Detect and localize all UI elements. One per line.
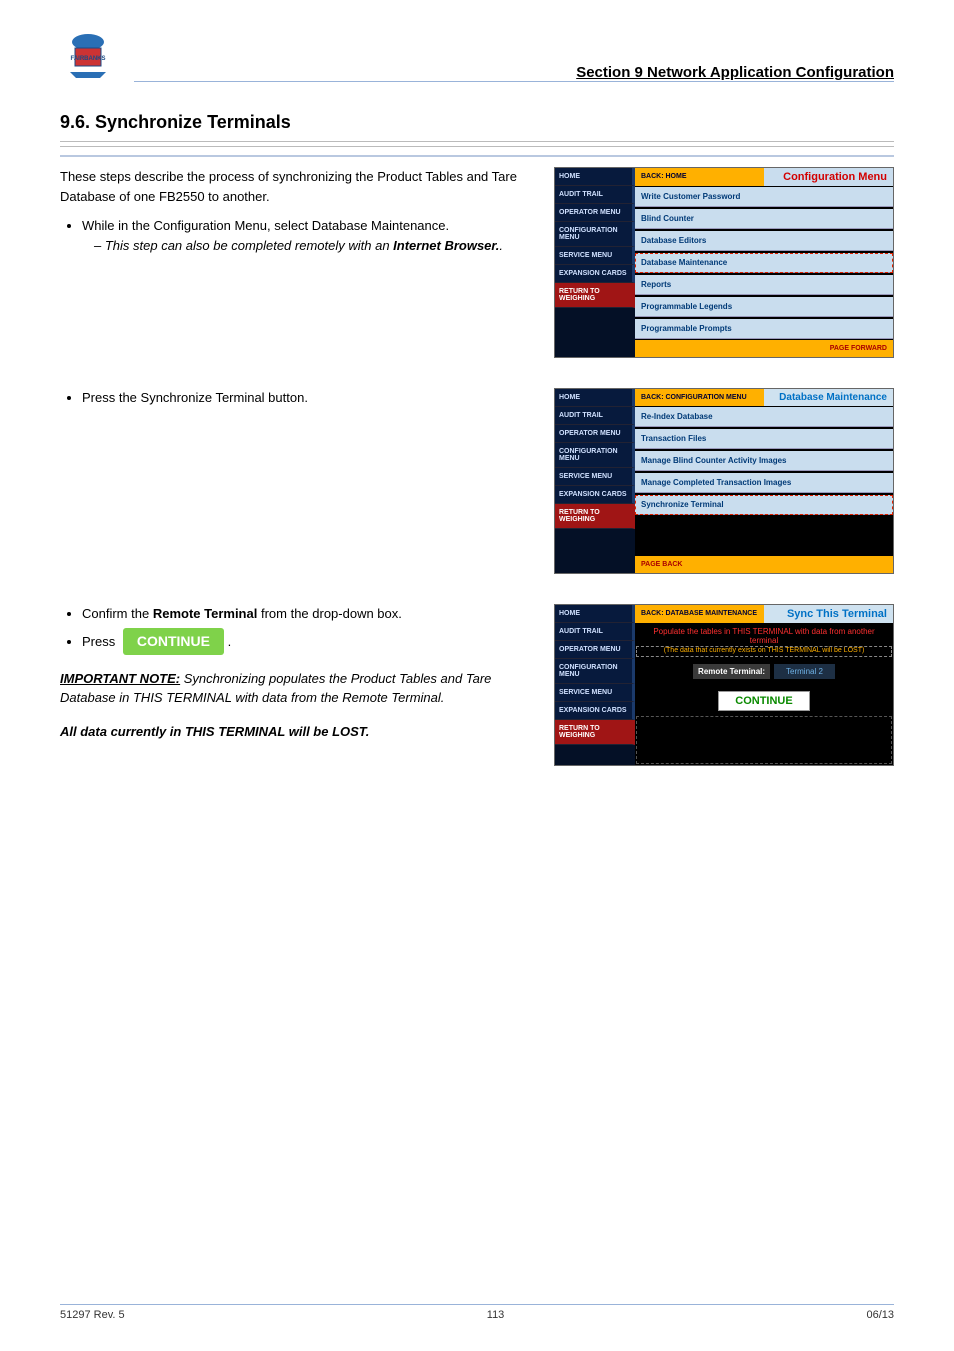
menu-item[interactable]: Manage Blind Counter Activity Images xyxy=(635,451,893,471)
sidebar-item[interactable]: CONFIGURATION MENU xyxy=(555,443,635,468)
screenshot-config-menu: HOME AUDIT TRAIL OPERATOR MENU CONFIGURA… xyxy=(554,167,894,358)
screenshot-db-maintenance: HOME AUDIT TRAIL OPERATOR MENU CONFIGURA… xyxy=(554,388,894,574)
step-1: While in the Configuration Menu, select … xyxy=(82,216,534,255)
sidebar-item[interactable]: AUDIT TRAIL xyxy=(555,186,635,204)
panel-title: Database Maintenance xyxy=(764,389,893,406)
step-block-1: These steps describe the process of sync… xyxy=(60,155,894,358)
back-button[interactable]: BACK: CONFIGURATION MENU xyxy=(635,389,764,406)
step-4: Press CONTINUE . xyxy=(82,628,534,655)
sidebar-item[interactable]: OPERATOR MENU xyxy=(555,641,635,659)
sidebar-item[interactable]: HOME xyxy=(555,168,635,186)
menu-item[interactable]: Blind Counter xyxy=(635,209,893,229)
footer-right: 06/13 xyxy=(866,1309,894,1321)
fairbanks-logo: FAIRBANKS xyxy=(60,30,116,82)
screenshot-sync-terminal: HOME AUDIT TRAIL OPERATOR MENU CONFIGURA… xyxy=(554,604,894,766)
page-back-button[interactable]: PAGE BACK xyxy=(635,556,893,573)
svg-text:FAIRBANKS: FAIRBANKS xyxy=(70,56,105,62)
section-title: 9.6. Synchronize Terminals xyxy=(60,112,894,133)
warning-text: All data currently in THIS TERMINAL will… xyxy=(60,722,534,742)
section-heading: Section 9 Network Application Configurat… xyxy=(576,64,894,81)
notice-warning: (The data that currently exists on THIS … xyxy=(635,645,893,658)
sidebar-item-return[interactable]: RETURN TO WEIGHING xyxy=(555,720,635,745)
sidebar-item[interactable]: SERVICE MENU xyxy=(555,468,635,486)
step-2: Press the Synchronize Terminal button. xyxy=(82,388,534,408)
intro-text: These steps describe the process of sync… xyxy=(60,167,534,206)
menu-item[interactable]: Reports xyxy=(635,275,893,295)
step-3: Confirm the Remote Terminal from the dro… xyxy=(82,604,534,624)
page-header: FAIRBANKS Section 9 Network Application … xyxy=(60,30,894,82)
sidebar-item[interactable]: OPERATOR MENU xyxy=(555,204,635,222)
sidebar-item[interactable]: AUDIT TRAIL xyxy=(555,407,635,425)
step-block-2: Press the Synchronize Terminal button. H… xyxy=(60,388,894,574)
back-button[interactable]: BACK: DATABASE MAINTENANCE xyxy=(635,605,764,623)
continue-button[interactable]: CONTINUE xyxy=(718,691,809,711)
remote-terminal-select[interactable]: Terminal 2 xyxy=(774,664,835,679)
panel-title: Configuration Menu xyxy=(764,168,893,186)
step-block-3: Confirm the Remote Terminal from the dro… xyxy=(60,604,894,766)
menu-item[interactable]: Programmable Legends xyxy=(635,297,893,317)
sidebar-item[interactable]: SERVICE MENU xyxy=(555,247,635,265)
menu-item[interactable]: Manage Completed Transaction Images xyxy=(635,473,893,493)
sidebar-item[interactable]: EXPANSION CARDS xyxy=(555,486,635,504)
sidebar-item[interactable]: HOME xyxy=(555,389,635,407)
sidebar-item-return[interactable]: RETURN TO WEIGHING xyxy=(555,283,635,308)
menu-item[interactable]: Re-Index Database xyxy=(635,407,893,427)
sidebar-item[interactable]: AUDIT TRAIL xyxy=(555,623,635,641)
sidebar-item[interactable]: EXPANSION CARDS xyxy=(555,265,635,283)
divider xyxy=(60,141,894,147)
notice-primary: Populate the tables in THIS TERMINAL wit… xyxy=(635,623,893,645)
menu-item[interactable]: Programmable Prompts xyxy=(635,319,893,339)
menu-item[interactable]: Write Customer Password xyxy=(635,187,893,207)
menu-item[interactable]: Transaction Files xyxy=(635,429,893,449)
menu-item-db-maintenance[interactable]: Database Maintenance xyxy=(635,253,893,273)
sidebar-item-return[interactable]: RETURN TO WEIGHING xyxy=(555,504,635,529)
sidebar-item[interactable]: EXPANSION CARDS xyxy=(555,702,635,720)
footer-page-number: 113 xyxy=(125,1309,867,1321)
continue-badge: CONTINUE xyxy=(123,628,224,655)
page-footer: 51297 Rev. 5 113 06/13 xyxy=(60,1304,894,1321)
sidebar-item[interactable]: SERVICE MENU xyxy=(555,684,635,702)
menu-item-sync-terminal[interactable]: Synchronize Terminal xyxy=(635,495,893,515)
page-forward-button[interactable]: PAGE FORWARD xyxy=(635,340,893,357)
footer-left: 51297 Rev. 5 xyxy=(60,1309,125,1321)
panel-title: Sync This Terminal xyxy=(764,605,893,623)
remote-terminal-label: Remote Terminal: xyxy=(693,664,770,679)
menu-item[interactable]: Database Editors xyxy=(635,231,893,251)
sidebar-item[interactable]: CONFIGURATION MENU xyxy=(555,222,635,247)
important-note: IMPORTANT NOTE: Synchronizing populates … xyxy=(60,669,534,708)
back-button[interactable]: BACK: HOME xyxy=(635,168,764,186)
sidebar-item[interactable]: CONFIGURATION MENU xyxy=(555,659,635,684)
sidebar-item[interactable]: HOME xyxy=(555,605,635,623)
sidebar-item[interactable]: OPERATOR MENU xyxy=(555,425,635,443)
